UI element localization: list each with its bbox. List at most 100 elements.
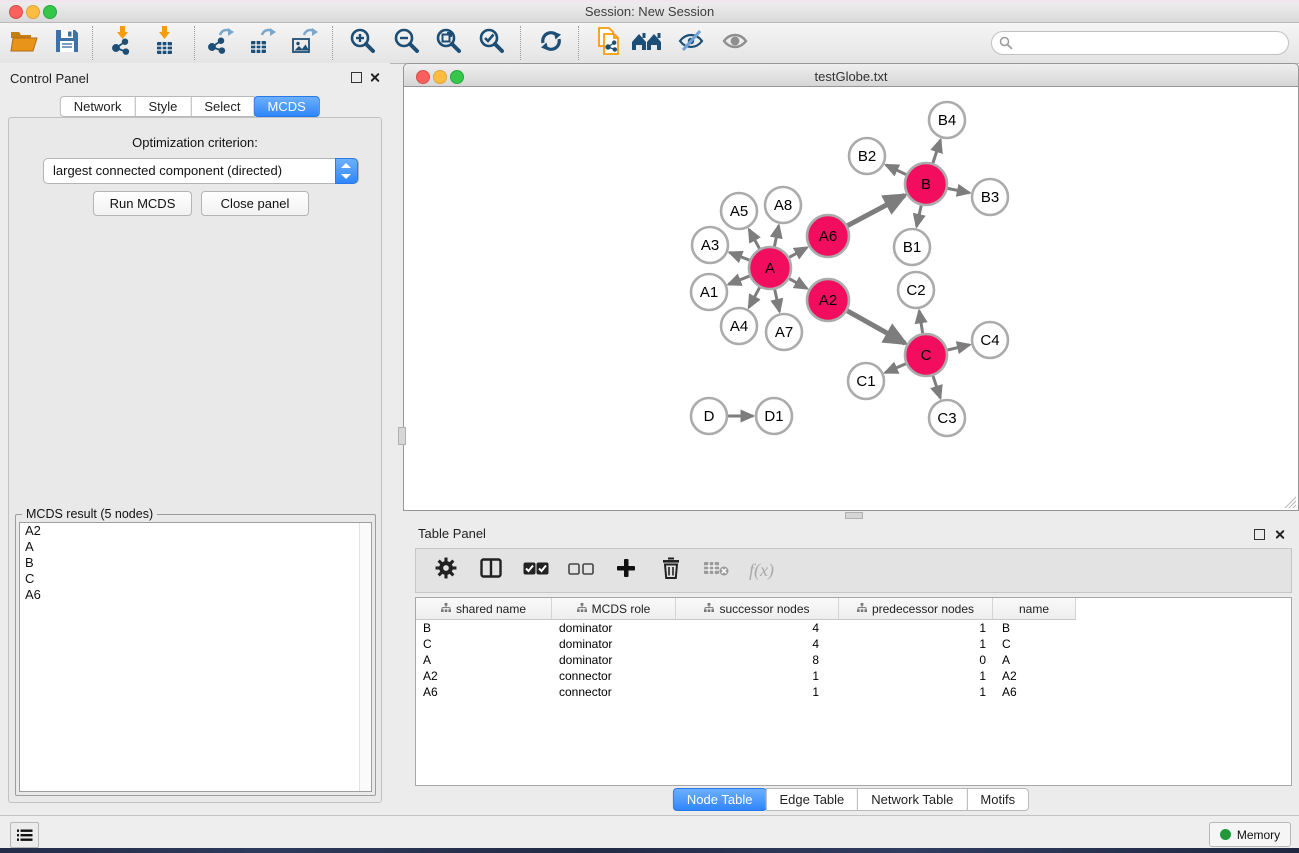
network-canvas[interactable]: B4B2BB3B1A5A8A3A6AA1A4A7A2C2CC4C1C3DD1 [403,87,1299,511]
node-A4[interactable]: A4 [721,308,757,344]
memory-button[interactable]: Memory [1209,822,1291,847]
cell[interactable]: 8 [676,652,839,668]
edge-B-B2[interactable] [886,165,906,175]
tab-network-table[interactable]: Network Table [857,788,967,811]
network-graph[interactable]: B4B2BB3B1A5A8A3A6AA1A4A7A2C2CC4C1C3DD1 [404,87,1298,509]
column-header-name[interactable]: name [993,598,1076,619]
table-row[interactable]: Bdominator41B [416,620,1291,636]
edge-C-C1[interactable] [885,364,906,373]
tab-mcds[interactable]: MCDS [254,96,320,117]
tab-network[interactable]: Network [60,96,136,117]
cell[interactable]: A6 [416,684,552,700]
close-panel-button[interactable]: Close panel [201,191,309,216]
cell[interactable]: B [993,620,1076,636]
zoom-out-button[interactable] [390,27,424,59]
tab-edge-table[interactable]: Edge Table [765,788,858,811]
cell[interactable]: A2 [416,668,552,684]
horizontal-splitter-handle[interactable] [845,512,863,519]
cell[interactable]: A [993,652,1076,668]
cell[interactable]: dominator [552,652,676,668]
edge-A-A5[interactable] [749,229,759,248]
cell[interactable]: A2 [993,668,1076,684]
node-A1[interactable]: A1 [691,274,727,310]
export-image-button[interactable] [288,27,322,59]
node-A5[interactable]: A5 [721,193,757,229]
cell[interactable]: 1 [676,684,839,700]
cell[interactable]: 4 [676,636,839,652]
export-network-button[interactable] [204,27,238,59]
edge-A2-C[interactable] [847,311,905,343]
node-A6[interactable]: A6 [807,215,849,257]
edge-A-A2[interactable] [789,279,807,289]
export-table-button[interactable] [246,27,280,59]
column-header-MCDS-role[interactable]: MCDS role [552,598,676,619]
cell[interactable]: 1 [839,620,993,636]
settings-button[interactable] [434,559,458,583]
search-box[interactable] [991,31,1289,55]
node-A8[interactable]: A8 [765,187,801,223]
import-network-button[interactable] [106,27,140,59]
node-A[interactable]: A [749,247,791,289]
edge-B-B4[interactable] [933,140,941,163]
edge-A-A7[interactable] [775,289,780,311]
clear-checkboxes-button[interactable] [569,559,593,583]
mcds-result-item[interactable]: A [20,539,371,555]
cell[interactable]: 0 [839,652,993,668]
edge-A-A4[interactable] [749,287,760,307]
cell[interactable]: B [416,620,552,636]
vertical-splitter-handle[interactable] [398,427,406,445]
node-B3[interactable]: B3 [972,179,1008,215]
list-scrollbar[interactable] [359,523,371,791]
search-input[interactable] [1016,33,1280,53]
hide-selected-button[interactable] [674,27,708,59]
edge-A6-B[interactable] [847,195,904,225]
node-D1[interactable]: D1 [756,398,792,434]
show-all-button[interactable] [718,27,752,59]
mcds-result-list[interactable]: A2ABCA6 [19,522,372,792]
edge-C-C3[interactable] [933,376,940,398]
node-C[interactable]: C [905,334,947,376]
cell[interactable]: 1 [839,668,993,684]
show-panels-list-button[interactable] [10,822,39,848]
criterion-dropdown[interactable]: largest connected component (directed) [43,158,359,184]
cell[interactable]: dominator [552,636,676,652]
mcds-result-item[interactable]: C [20,571,371,587]
zoom-selected-button[interactable] [475,27,509,59]
table-row[interactable]: A6connector11A6 [416,684,1291,700]
cell[interactable]: connector [552,668,676,684]
resize-grip[interactable] [1282,494,1296,508]
column-header-predecessor-nodes[interactable]: predecessor nodes [839,598,993,619]
node-C4[interactable]: C4 [972,322,1008,358]
open-file-button[interactable] [8,27,42,59]
tab-select[interactable]: Select [190,96,254,117]
close-panel-icon[interactable] [369,72,380,83]
tab-motifs[interactable]: Motifs [966,788,1029,811]
column-header-shared-name[interactable]: shared name [416,598,552,619]
save-session-button[interactable] [50,27,84,59]
node-B1[interactable]: B1 [894,229,930,265]
split-columns-button[interactable] [479,559,503,583]
edge-A-A6[interactable] [789,248,807,258]
edge-B-B3[interactable] [948,188,970,192]
mcds-result-item[interactable]: A2 [20,523,371,539]
cell[interactable]: 1 [839,636,993,652]
cell[interactable]: 1 [676,668,839,684]
node-D[interactable]: D [691,398,727,434]
node-A2[interactable]: A2 [807,279,849,321]
node-A7[interactable]: A7 [766,314,802,350]
new-network-from-selection-button[interactable] [592,27,626,59]
node-C2[interactable]: C2 [898,272,934,308]
node-B2[interactable]: B2 [849,138,885,174]
node-B4[interactable]: B4 [929,102,965,138]
tab-node-table[interactable]: Node Table [673,788,767,811]
cell[interactable]: C [993,636,1076,652]
float-panel-icon[interactable] [351,72,362,83]
node-C3[interactable]: C3 [929,400,965,436]
node-A3[interactable]: A3 [692,227,728,263]
cell[interactable]: connector [552,684,676,700]
run-mcds-button[interactable]: Run MCDS [93,191,192,216]
mcds-result-item[interactable]: A6 [20,587,371,603]
edge-B-B1[interactable] [917,205,922,226]
refresh-button[interactable] [534,27,568,59]
edge-A-A8[interactable] [774,226,778,247]
